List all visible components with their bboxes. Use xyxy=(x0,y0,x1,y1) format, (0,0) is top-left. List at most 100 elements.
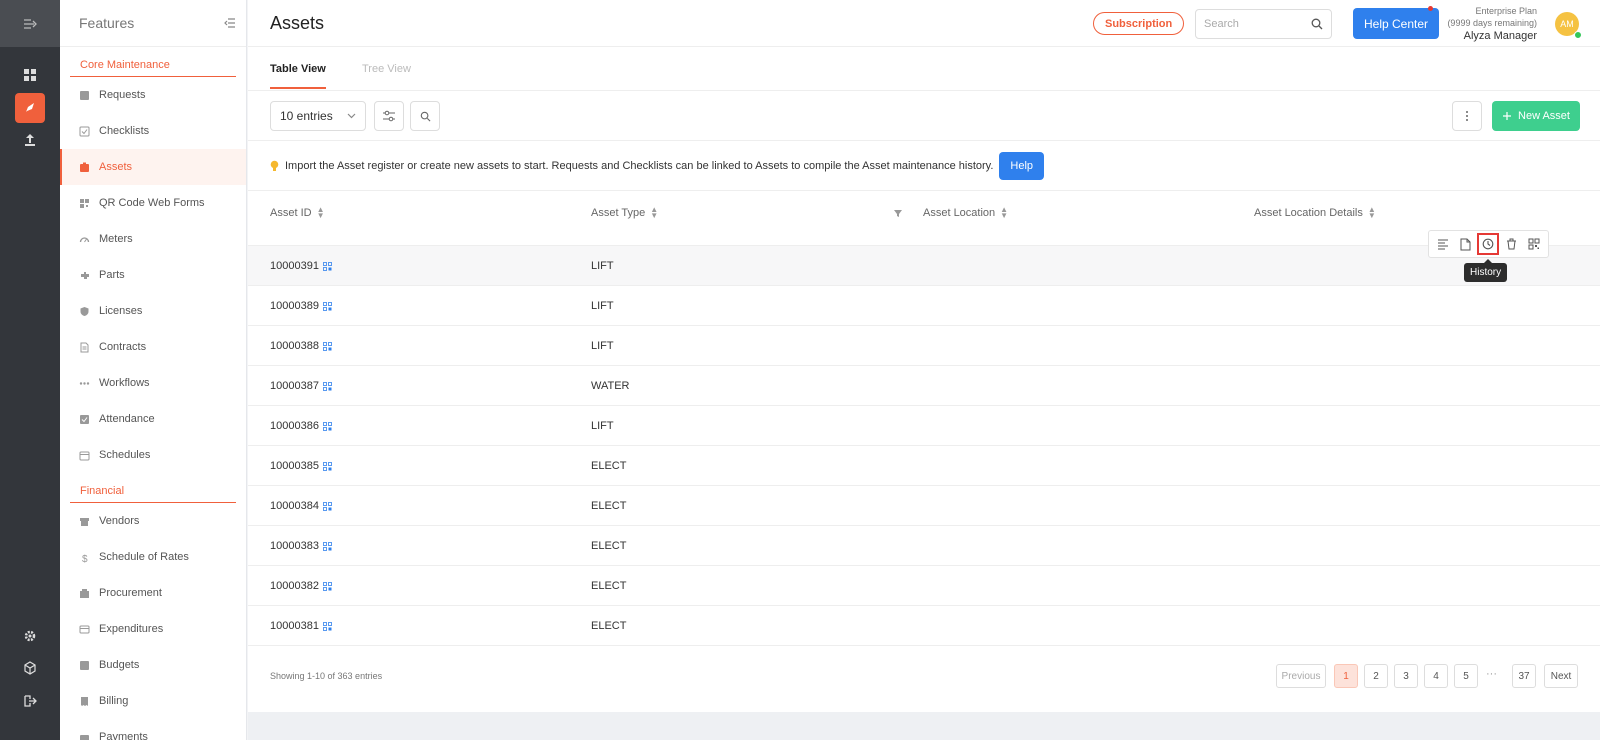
qr-code-icon[interactable] xyxy=(323,301,332,311)
sidebar-item-contracts[interactable]: Contracts xyxy=(60,329,246,365)
page-5-button[interactable]: 5 xyxy=(1454,664,1478,688)
sidebar-item-assets[interactable]: Assets xyxy=(60,149,246,185)
table-row[interactable]: 10000382 ELECT xyxy=(248,566,1600,606)
table-row[interactable]: 10000391 LIFT xyxy=(248,246,1600,286)
sidebar-item-budgets[interactable]: Budgets xyxy=(60,647,246,683)
search-input[interactable]: Search xyxy=(1195,9,1332,39)
filter-icon[interactable] xyxy=(893,209,903,218)
table-row[interactable]: 10000389 LIFT xyxy=(248,286,1600,326)
sidebar-item-label: Billing xyxy=(99,695,129,707)
history-action-button[interactable] xyxy=(1477,233,1500,255)
settings-rail-button[interactable] xyxy=(15,621,45,651)
sidebar-item-parts[interactable]: Parts xyxy=(60,257,246,293)
asset-id[interactable]: 10000383 xyxy=(270,540,319,552)
sidebar-item-schedules[interactable]: Schedules xyxy=(60,437,246,473)
page-2-button[interactable]: 2 xyxy=(1364,664,1388,688)
page-3-button[interactable]: 3 xyxy=(1394,664,1418,688)
asset-id[interactable]: 10000381 xyxy=(270,620,319,632)
table-row[interactable]: 10000384 ELECT xyxy=(248,486,1600,526)
qr-code-icon[interactable] xyxy=(323,341,332,351)
sidebar-item-vendors[interactable]: Vendors xyxy=(60,503,246,539)
table-row[interactable]: 10000381 ELECT xyxy=(248,606,1600,646)
qr-code-icon[interactable] xyxy=(323,461,332,471)
page-last-button[interactable]: 37 xyxy=(1512,664,1536,688)
table-row[interactable]: 10000383 ELECT xyxy=(248,526,1600,566)
asset-id[interactable]: 10000388 xyxy=(270,340,319,352)
showing-entries-text: Showing 1-10 of 363 entries xyxy=(270,671,383,681)
sort-icon[interactable]: ▲ ▼ xyxy=(650,206,658,220)
asset-id[interactable]: 10000384 xyxy=(270,500,319,512)
table-row[interactable]: 10000387 WATER xyxy=(248,366,1600,406)
sidebar-item-licenses[interactable]: Licenses xyxy=(60,293,246,329)
modules-rail-button[interactable] xyxy=(15,653,45,683)
sidebar-item-qr-code-web-forms[interactable]: QR Code Web Forms xyxy=(60,185,246,221)
tab-tree-view[interactable]: Tree View xyxy=(362,63,411,87)
sort-icon[interactable]: ▲ ▼ xyxy=(1368,206,1376,220)
collapse-rail-button[interactable] xyxy=(0,0,60,47)
table-row[interactable]: 10000388 LIFT xyxy=(248,326,1600,366)
asset-id[interactable]: 10000386 xyxy=(270,420,319,432)
delete-action-button[interactable] xyxy=(1500,233,1522,255)
help-button[interactable]: Help xyxy=(999,151,1045,180)
sidebar-item-expenditures[interactable]: Expenditures xyxy=(60,611,246,647)
sort-icon[interactable]: ▲ ▼ xyxy=(317,206,325,220)
column-asset-type[interactable]: Asset Type ▲ ▼ xyxy=(591,206,658,220)
column-asset-location[interactable]: Asset Location ▲ ▼ xyxy=(923,206,1008,220)
sort-icon[interactable]: ▲ ▼ xyxy=(1000,206,1008,220)
qr-code-icon[interactable] xyxy=(323,621,332,631)
qr-code-icon[interactable] xyxy=(323,581,332,591)
asset-id[interactable]: 10000389 xyxy=(270,300,319,312)
subscription-button[interactable]: Subscription xyxy=(1093,12,1185,35)
page-4-button[interactable]: 4 xyxy=(1424,664,1448,688)
more-options-button[interactable] xyxy=(1452,101,1482,131)
reports-rail-button[interactable] xyxy=(15,125,45,155)
features-rail-button[interactable] xyxy=(15,93,45,123)
sidebar-item-meters[interactable]: Meters xyxy=(60,221,246,257)
column-asset-id[interactable]: Asset ID ▲ ▼ xyxy=(270,206,325,220)
asset-id-cell: 10000381 xyxy=(270,620,332,632)
column-asset-location-details[interactable]: Asset Location Details ▲ ▼ xyxy=(1254,206,1376,220)
previous-page-button[interactable]: Previous xyxy=(1276,664,1326,688)
bottom-strip xyxy=(248,712,1600,740)
asset-id[interactable]: 10000387 xyxy=(270,380,319,392)
logout-rail-button[interactable] xyxy=(15,686,45,716)
details-action-button[interactable] xyxy=(1432,233,1454,255)
asset-id[interactable]: 10000391 xyxy=(270,260,319,272)
page-1-button[interactable]: 1 xyxy=(1334,664,1358,688)
table-row[interactable]: 10000386 LIFT xyxy=(248,406,1600,446)
qr-code-icon[interactable] xyxy=(323,261,332,271)
entries-select[interactable]: 10 entries xyxy=(270,101,366,131)
asset-id[interactable]: 10000382 xyxy=(270,580,319,592)
dashboard-rail-button[interactable] xyxy=(15,60,45,90)
qr-code-icon[interactable] xyxy=(323,541,332,551)
sidebar-item-requests[interactable]: Requests xyxy=(60,77,246,113)
sidebar-item-procurement[interactable]: Procurement xyxy=(60,575,246,611)
sidebar-item-schedule-of-rates[interactable]: $ Schedule of Rates xyxy=(60,539,246,575)
document-action-button[interactable] xyxy=(1455,233,1477,255)
gear-icon xyxy=(24,630,36,642)
asset-id-cell: 10000389 xyxy=(270,300,332,312)
align-left-icon xyxy=(1438,239,1449,250)
tab-table-view[interactable]: Table View xyxy=(270,63,326,89)
sidebar-item-workflows[interactable]: Workflows xyxy=(60,365,246,401)
qr-action-button[interactable] xyxy=(1523,233,1545,255)
search-icon[interactable] xyxy=(1311,18,1323,30)
table-search-button[interactable] xyxy=(410,101,440,131)
rocket-icon xyxy=(26,103,34,112)
qr-code-icon[interactable] xyxy=(323,381,332,391)
sidebar-item-billing[interactable]: Billing xyxy=(60,683,246,719)
qr-code-icon[interactable] xyxy=(323,421,332,431)
new-asset-button[interactable]: New Asset xyxy=(1492,101,1580,131)
sidebar-item-payments[interactable]: Payments xyxy=(60,719,246,740)
qr-code-icon[interactable] xyxy=(323,501,332,511)
user-name[interactable]: Alyza Manager xyxy=(1423,30,1573,42)
next-page-button[interactable]: Next xyxy=(1544,664,1578,688)
qr-code-icon xyxy=(1528,238,1540,250)
asset-id[interactable]: 10000385 xyxy=(270,460,319,472)
table-row[interactable]: 10000385 ELECT xyxy=(248,446,1600,486)
sidebar-item-attendance[interactable]: Attendance xyxy=(60,401,246,437)
filter-settings-button[interactable] xyxy=(374,101,404,131)
sidebar-item-checklists[interactable]: Checklists xyxy=(60,113,246,149)
asset-id-cell: 10000384 xyxy=(270,500,332,512)
collapse-sidebar-icon[interactable] xyxy=(224,18,236,28)
